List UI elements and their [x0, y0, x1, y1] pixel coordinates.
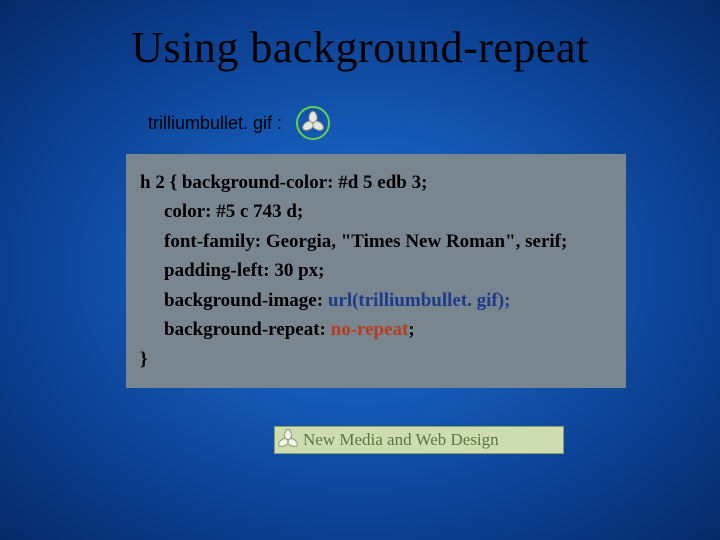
slide: Using background-repeat trilliumbullet. … [0, 0, 720, 540]
slide-title: Using background-repeat [0, 22, 720, 73]
code-line: color: #5 c 743 d; [140, 197, 616, 226]
code-line: background-repeat: no-repeat; [140, 315, 616, 344]
code-key: background-repeat: [164, 319, 331, 340]
code-url-value: url(trilliumbullet. gif); [328, 290, 511, 311]
code-text: h 2 { [140, 172, 182, 193]
code-text: font-family: Georgia, "Times New Roman",… [140, 227, 567, 256]
trillium-bullet-icon [279, 431, 297, 449]
bullet-filename-label: trilliumbullet. gif : [148, 113, 282, 134]
code-line: } [140, 345, 616, 374]
code-text: background-color: #d 5 edb 3; [182, 172, 428, 193]
footer-banner-text: New Media and Web Design [303, 430, 499, 450]
code-line: background-image: url(trilliumbullet. gi… [140, 286, 616, 315]
code-text: background-repeat: no-repeat; [140, 315, 415, 344]
code-line: h 2 { background-color: #d 5 edb 3; [140, 168, 616, 197]
trillium-bullet-icon [304, 114, 322, 132]
code-key: background-image: [164, 290, 328, 311]
bullet-circle [296, 106, 330, 140]
code-text: color: #5 c 743 d; [140, 197, 303, 226]
code-line: padding-left: 30 px; [140, 256, 616, 285]
css-code-block: h 2 { background-color: #d 5 edb 3; colo… [126, 154, 626, 388]
code-text: padding-left: 30 px; [140, 256, 324, 285]
code-tail: ; [408, 319, 414, 340]
footer-example-banner: New Media and Web Design [274, 426, 564, 454]
code-text: background-image: url(trilliumbullet. gi… [140, 286, 510, 315]
bullet-sample-row: trilliumbullet. gif : [148, 106, 330, 140]
code-line: font-family: Georgia, "Times New Roman",… [140, 227, 616, 256]
code-norepeat-value: no-repeat [331, 319, 409, 340]
